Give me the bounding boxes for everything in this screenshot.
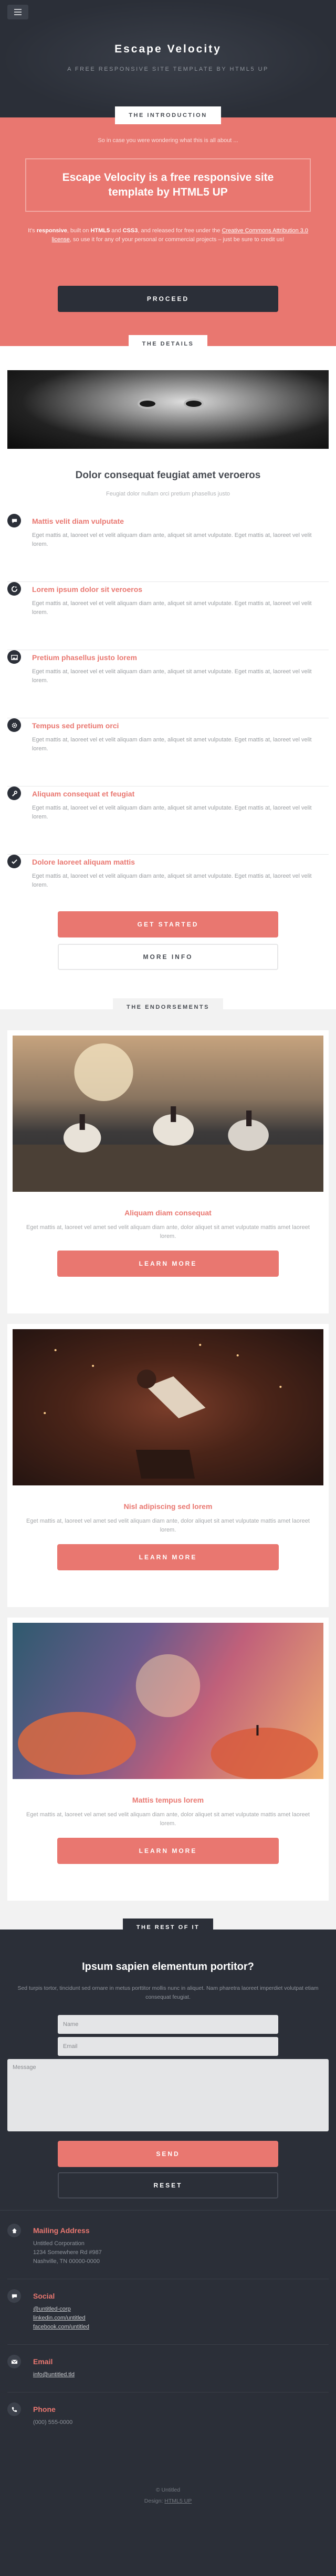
intro-section: THE INTRODUCTION So in case you were won… bbox=[0, 106, 336, 346]
mailing-lines: Untitled Corporation 1234 Somewhere Rd #… bbox=[33, 2240, 102, 2265]
social-links: @untitled-corp linkedin.com/untitled fac… bbox=[33, 2305, 89, 2332]
feature-text: Eget mattis at, laoreet vel et velit ali… bbox=[32, 737, 312, 752]
image-icon bbox=[7, 650, 21, 664]
check-icon bbox=[7, 855, 21, 868]
intro-question: So in case you were wondering what this … bbox=[98, 137, 238, 144]
banner-image bbox=[7, 370, 329, 449]
contact-title: Ipsum sapien elementum portitor? bbox=[82, 1961, 254, 1973]
endorsement-card: Nisl adipiscing sed lorem Eget mattis at… bbox=[7, 1324, 329, 1607]
endorsement-text: Eget mattis at, laoreet vel amet sed vel… bbox=[26, 1224, 310, 1240]
phone-icon bbox=[7, 2402, 21, 2416]
site-title[interactable]: Escape Velocity bbox=[0, 43, 336, 56]
gear-icon bbox=[7, 718, 21, 732]
menu-button[interactable] bbox=[7, 5, 28, 19]
get-started-button[interactable]: GET STARTED bbox=[58, 911, 278, 937]
proceed-button[interactable]: PROCEED bbox=[58, 286, 278, 312]
feature-item: Aliquam consequat et feugiat Eget mattis… bbox=[7, 786, 329, 855]
phone-title: Phone bbox=[33, 2405, 56, 2413]
design-credit: Design: HTML5 UP bbox=[144, 2498, 192, 2504]
section-label-details: THE DETAILS bbox=[128, 335, 208, 353]
mailing-title: Mailing Address bbox=[33, 2226, 90, 2235]
details-title: Dolor consequat feugiat amet veroeros bbox=[75, 470, 261, 481]
name-input[interactable]: Name bbox=[58, 2015, 278, 2034]
feature-item: Lorem ipsum dolor sit veroeros Eget matt… bbox=[7, 582, 329, 650]
hamburger-icon bbox=[14, 9, 22, 15]
envelope-icon bbox=[7, 2355, 21, 2368]
email-input[interactable]: Email bbox=[58, 2037, 278, 2056]
feature-title: Dolore laoreet aliquam mattis bbox=[32, 858, 135, 866]
endorsement-image bbox=[13, 1036, 323, 1192]
twitter-link[interactable]: @untitled-corp bbox=[33, 2306, 71, 2312]
endorsement-text: Eget mattis at, laoreet vel amet sed vel… bbox=[26, 1812, 310, 1827]
feature-title: Mattis velit diam vulputate bbox=[32, 517, 124, 525]
endorsement-image bbox=[13, 1623, 323, 1779]
phone-number: (000) 555-0000 bbox=[33, 2419, 73, 2426]
feature-text: Eget mattis at, laoreet vel et velit ali… bbox=[32, 669, 312, 684]
feature-text: Eget mattis at, laoreet vel et velit ali… bbox=[32, 532, 312, 547]
endorsement-card: Mattis tempus lorem Eget mattis at, laor… bbox=[7, 1618, 329, 1901]
section-label-endorsements: THE ENDORSEMENTS bbox=[113, 998, 223, 1016]
email-title: Email bbox=[33, 2357, 53, 2366]
copyright: © Untitled bbox=[155, 2487, 181, 2493]
feature-title: Pretium phasellus justo lorem bbox=[32, 653, 137, 662]
learn-more-button[interactable]: LEARN MORE bbox=[57, 1838, 279, 1864]
details-section: THE DETAILS Dolor consequat feugiat amet… bbox=[0, 335, 336, 1009]
site-header: Escape Velocity A FREE RESPONSIVE SITE T… bbox=[0, 0, 336, 117]
more-info-button[interactable]: MORE INFO bbox=[58, 944, 278, 970]
facebook-link[interactable]: facebook.com/untitled bbox=[33, 2324, 89, 2330]
feature-title: Lorem ipsum dolor sit veroeros bbox=[32, 585, 143, 594]
social-title: Social bbox=[33, 2292, 55, 2300]
endorsement-card: Aliquam diam consequat Eget mattis at, l… bbox=[7, 1030, 329, 1313]
feature-item: Mattis velit diam vulputate Eget mattis … bbox=[7, 514, 329, 582]
chat-bubble-icon bbox=[7, 514, 21, 527]
reset-button[interactable]: RESET bbox=[58, 2172, 278, 2198]
feature-title: Tempus sed pretium orci bbox=[32, 721, 119, 730]
refresh-icon bbox=[7, 582, 21, 596]
send-button[interactable]: SEND bbox=[58, 2141, 278, 2167]
home-icon bbox=[7, 2224, 21, 2237]
section-label-introduction: THE INTRODUCTION bbox=[115, 106, 221, 124]
feature-item: Pretium phasellus justo lorem Eget matti… bbox=[7, 650, 329, 718]
endorsements-section: THE ENDORSEMENTS Aliquam diam consequat … bbox=[0, 998, 336, 1930]
intro-headline: Escape Velocity is a free responsive sit… bbox=[25, 158, 311, 212]
email-link[interactable]: info@untitled.tld bbox=[33, 2372, 75, 2378]
endorsement-title: Aliquam diam consequat bbox=[124, 1209, 212, 1217]
feature-text: Eget mattis at, laoreet vel et velit ali… bbox=[32, 600, 312, 616]
email-address: info@untitled.tld bbox=[33, 2370, 75, 2379]
contact-section: THE REST OF IT Ipsum sapien elementum po… bbox=[0, 1918, 336, 2576]
linkedin-link[interactable]: linkedin.com/untitled bbox=[33, 2315, 86, 2321]
message-textarea[interactable]: Message bbox=[7, 2059, 329, 2131]
design-credit-link[interactable]: HTML5 UP bbox=[164, 2498, 192, 2504]
wrench-icon bbox=[7, 786, 21, 800]
intro-text: It's responsive, built on HTML5 and CSS3… bbox=[27, 228, 309, 243]
endorsement-image bbox=[13, 1329, 323, 1485]
feature-item: Tempus sed pretium orci Eget mattis at, … bbox=[7, 718, 329, 786]
site-tagline: A FREE RESPONSIVE SITE TEMPLATE BY HTML5… bbox=[67, 66, 269, 72]
endorsement-title: Mattis tempus lorem bbox=[132, 1796, 204, 1804]
endorsement-text: Eget mattis at, laoreet vel amet sed vel… bbox=[26, 1518, 310, 1533]
learn-more-button[interactable]: LEARN MORE bbox=[57, 1544, 279, 1570]
contact-text: Sed turpis tortor, tincidunt sed ornare … bbox=[17, 1985, 319, 2000]
endorsement-title: Nisl adipiscing sed lorem bbox=[123, 1502, 213, 1511]
feature-title: Aliquam consequat et feugiat bbox=[32, 790, 135, 798]
feature-text: Eget mattis at, laoreet vel et velit ali… bbox=[32, 805, 312, 820]
section-label-rest: THE REST OF IT bbox=[122, 1918, 214, 1936]
learn-more-button[interactable]: LEARN MORE bbox=[57, 1251, 279, 1277]
comment-icon bbox=[7, 2289, 21, 2303]
details-subtitle: Feugiat dolor nullam orci pretium phasel… bbox=[106, 491, 230, 497]
feature-text: Eget mattis at, laoreet vel et velit ali… bbox=[32, 873, 312, 888]
